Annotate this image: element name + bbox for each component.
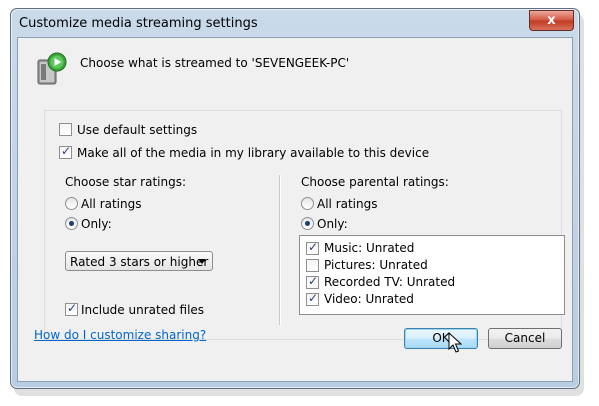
star-rating-dropdown-value: Rated 3 stars or higher xyxy=(70,255,209,269)
star-only-label[interactable]: Only: xyxy=(81,217,112,231)
window-title: Customize media streaming settings xyxy=(19,16,258,31)
mouse-pointer-icon xyxy=(448,332,462,353)
include-unrated-checkbox[interactable]: ✓ xyxy=(65,301,78,316)
make-all-available-checkbox[interactable]: ✓ xyxy=(59,144,72,159)
list-item-music[interactable]: Music: Unrated xyxy=(324,241,414,255)
parental-only-label[interactable]: Only: xyxy=(317,217,348,231)
list-item-checkbox-pictures[interactable] xyxy=(306,259,319,272)
list-item-video[interactable]: Video: Unrated xyxy=(324,292,414,306)
check-icon: ✓ xyxy=(308,240,319,254)
dialog-window: Customize media streaming settings x Cho… xyxy=(10,8,580,389)
media-device-icon xyxy=(37,52,67,85)
parental-ratings-heading: Choose parental ratings: xyxy=(301,175,449,189)
title-bar[interactable]: Customize media streaming settings x xyxy=(11,9,579,37)
make-all-available-label[interactable]: Make all of the media in my library avai… xyxy=(77,146,429,160)
parental-only-radio[interactable] xyxy=(301,217,314,230)
dialog-body: Choose what is streamed to 'SEVENGEEK-PC… xyxy=(17,37,573,382)
header-text: Choose what is streamed to 'SEVENGEEK-PC… xyxy=(80,56,350,70)
star-all-ratings-radio[interactable] xyxy=(65,197,78,210)
parental-all-ratings-radio[interactable] xyxy=(301,197,314,210)
use-default-checkbox[interactable] xyxy=(59,123,72,136)
ok-button[interactable]: OK xyxy=(404,328,478,349)
chevron-down-icon xyxy=(198,259,206,264)
list-item-checkbox-video[interactable]: ✓ xyxy=(306,291,319,306)
star-ratings-heading: Choose star ratings: xyxy=(65,175,187,189)
star-all-ratings-label[interactable]: All ratings xyxy=(81,197,142,211)
list-item-recorded-tv[interactable]: Recorded TV: Unrated xyxy=(324,275,455,289)
list-item-checkbox-music[interactable]: ✓ xyxy=(306,240,319,255)
parental-ratings-list[interactable]: ✓ Music: Unrated Pictures: Unrated ✓ Rec… xyxy=(299,235,565,315)
check-icon: ✓ xyxy=(308,291,319,305)
close-icon: x xyxy=(547,13,556,28)
cancel-button[interactable]: Cancel xyxy=(488,328,562,349)
help-link[interactable]: How do I customize sharing? xyxy=(34,328,206,342)
check-icon: ✓ xyxy=(61,144,72,158)
check-icon: ✓ xyxy=(308,274,319,288)
star-rating-dropdown[interactable]: Rated 3 stars or higher xyxy=(65,251,213,271)
star-only-radio[interactable] xyxy=(65,217,78,230)
settings-group: Use default settings ✓ Make all of the m… xyxy=(44,110,565,340)
check-icon: ✓ xyxy=(67,301,78,315)
radio-selected-dot xyxy=(305,221,310,226)
list-item-pictures[interactable]: Pictures: Unrated xyxy=(324,258,428,272)
close-button[interactable]: x xyxy=(529,10,574,31)
radio-selected-dot xyxy=(69,221,74,226)
include-unrated-label[interactable]: Include unrated files xyxy=(81,303,204,317)
column-divider xyxy=(279,175,281,325)
use-default-label[interactable]: Use default settings xyxy=(77,123,197,137)
parental-all-ratings-label[interactable]: All ratings xyxy=(317,197,378,211)
list-item-checkbox-recorded-tv[interactable]: ✓ xyxy=(306,274,319,289)
